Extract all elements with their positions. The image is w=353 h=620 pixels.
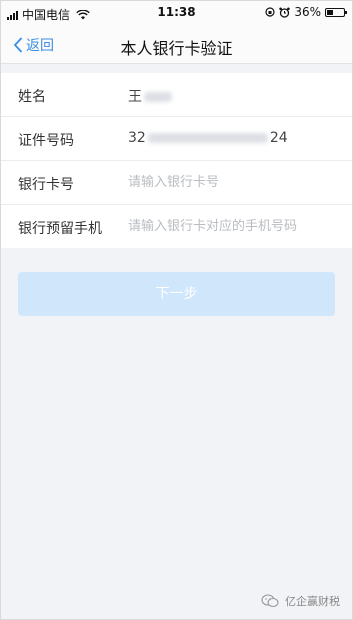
watermark-text: 亿企赢财税 (285, 595, 340, 608)
form-row-id: 证件号码 32 24 (1, 117, 352, 161)
form-row-name: 姓名 王 (1, 73, 352, 117)
name-value: 王 (128, 86, 174, 106)
redacted-id (147, 133, 268, 143)
form-row-card: 银行卡号 (1, 161, 352, 205)
battery-icon (325, 7, 347, 17)
redacted-name (144, 92, 172, 102)
id-number-label: 证件号码 (18, 133, 74, 149)
id-prefix: 32 (128, 130, 146, 146)
battery-percent: 36% (294, 5, 321, 19)
watermark: 亿企赢财税 (261, 593, 340, 609)
name-value-visible: 王 (128, 89, 142, 105)
status-bar: 中国电信 11:38 36% (1, 1, 352, 25)
card-number-label: 银行卡号 (18, 177, 74, 193)
name-label: 姓名 (18, 89, 46, 105)
screen-frame: 中国电信 11:38 36% 返回 本人银行卡验证 姓名 王 证件号码 32 2… (0, 0, 353, 620)
verification-form: 姓名 王 证件号码 32 24 银行卡号 银行预留手机 (1, 73, 352, 248)
wechat-icon (261, 594, 279, 608)
id-suffix: 24 (269, 130, 288, 146)
id-number-value: 32 24 (128, 130, 288, 146)
next-step-button[interactable]: 下一步 (18, 272, 335, 316)
phone-label: 银行预留手机 (18, 221, 102, 237)
alarm-icon (279, 7, 291, 18)
orientation-lock-icon (265, 7, 275, 17)
status-bar-right: 36% (265, 5, 347, 19)
battery-fill (327, 9, 333, 15)
form-row-phone: 银行预留手机 (1, 205, 352, 248)
phone-input[interactable] (128, 215, 338, 237)
card-number-input[interactable] (128, 171, 338, 193)
navigation-bar: 返回 本人银行卡验证 (1, 25, 352, 64)
page-title: 本人银行卡验证 (120, 39, 233, 58)
